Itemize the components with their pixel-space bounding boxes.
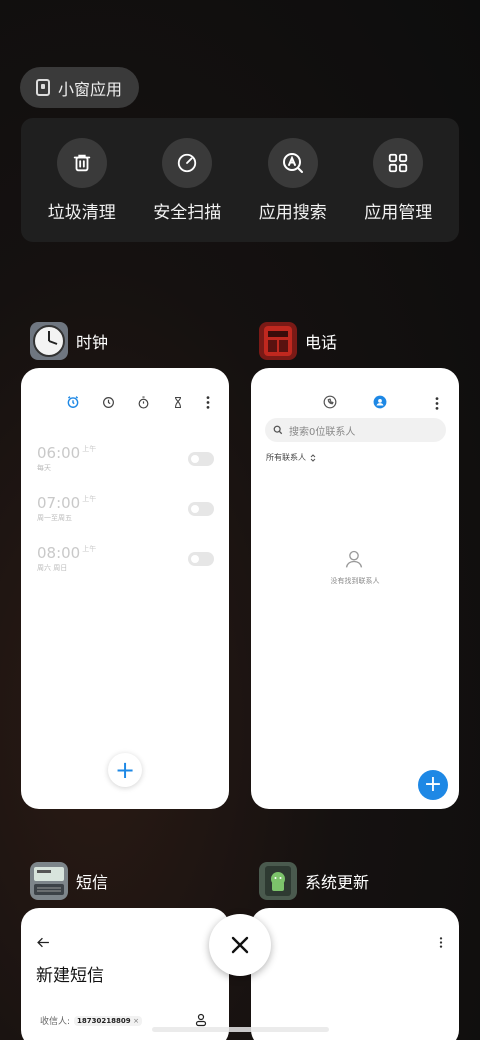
clock-card-header: 时钟: [30, 322, 108, 360]
recipient-label: 收信人:: [40, 1017, 71, 1027]
system-update-app-icon: [259, 862, 297, 900]
alarm-row[interactable]: 08:00 上午 周六 周日: [37, 544, 214, 573]
timer-tab-icon[interactable]: [172, 396, 184, 409]
tool-label: 垃圾清理: [47, 202, 116, 223]
search-icon: [273, 425, 283, 435]
alarm-ampm: 上午: [82, 445, 97, 453]
calls-tab-icon[interactable]: [323, 395, 337, 409]
tool-app-search[interactable]: 应用搜索: [243, 137, 343, 223]
sms-app-icon: [30, 862, 68, 900]
chevron-updown-icon: [310, 453, 316, 462]
tool-security-scan[interactable]: 安全扫描: [137, 137, 237, 223]
recipient-number: 18730218809: [77, 1016, 131, 1025]
scan-icon: [162, 137, 213, 188]
alarm-repeat: 每天: [37, 464, 51, 472]
alarm-tab-icon[interactable]: [66, 395, 80, 409]
back-arrow-icon[interactable]: [37, 937, 50, 948]
alarm-time: 07:00: [37, 494, 81, 512]
recipient-field[interactable]: 收信人: 18730218809 ×: [40, 1014, 142, 1027]
stopwatch-tab-icon[interactable]: [137, 395, 150, 409]
grid-icon: [373, 137, 424, 188]
phone-app-icon: [259, 322, 297, 360]
alarm-toggle[interactable]: [188, 502, 214, 516]
contacts-tab-icon[interactable]: [373, 395, 387, 409]
recipient-chip[interactable]: 18730218809 ×: [74, 1015, 142, 1026]
clock-app-icon: [30, 322, 68, 360]
alarm-toggle[interactable]: [188, 452, 214, 466]
tool-app-management[interactable]: 应用管理: [348, 137, 448, 223]
alarm-ampm: 上午: [82, 545, 97, 553]
sms-app-card[interactable]: 新建短信 收信人: 18730218809 ×: [21, 908, 229, 1040]
alarm-toggle[interactable]: [188, 552, 214, 566]
contact-filter-label: 所有联系人: [266, 453, 306, 462]
new-message-title: 新建短信: [36, 966, 104, 986]
alarm-time: 08:00: [37, 544, 81, 562]
more-options-icon[interactable]: [439, 937, 443, 948]
phone-card-header: 电话: [259, 322, 337, 360]
phone-tabs: [323, 395, 387, 409]
update-app-card[interactable]: [251, 908, 459, 1040]
tool-label: 应用管理: [364, 202, 433, 223]
add-contact-icon[interactable]: [195, 1013, 207, 1027]
sms-app-name: 短信: [76, 873, 109, 892]
phone-app-name: 电话: [305, 333, 338, 352]
floating-window-label: 小窗应用: [58, 79, 123, 99]
quick-tools-panel: 垃圾清理 安全扫描 应用搜索 应用管理: [21, 118, 459, 242]
trash-icon: [56, 137, 107, 188]
empty-contacts-text: 没有找到联系人: [330, 577, 380, 585]
alarm-repeat: 周六 周日: [37, 564, 68, 572]
tool-trash-cleanup[interactable]: 垃圾清理: [32, 137, 132, 223]
tool-label: 应用搜索: [258, 202, 327, 223]
add-contact-button[interactable]: +: [418, 770, 448, 800]
phone-app-card[interactable]: 搜索0位联系人 所有联系人 没有找到联系人 +: [251, 368, 459, 809]
alarm-row[interactable]: 06:00 上午 每天: [37, 444, 214, 473]
home-indicator[interactable]: [152, 1027, 329, 1032]
remove-recipient-icon[interactable]: ×: [133, 1017, 139, 1025]
tool-label: 安全扫描: [153, 202, 222, 223]
add-alarm-button[interactable]: +: [108, 753, 142, 787]
clock-app-name: 时钟: [76, 333, 109, 352]
clear-all-button[interactable]: [209, 914, 271, 976]
alarm-ampm: 上午: [82, 495, 97, 503]
search-placeholder: 搜索0位联系人: [289, 426, 356, 438]
close-icon: [231, 936, 249, 954]
more-options-icon[interactable]: [435, 397, 439, 410]
alarm-time: 06:00: [37, 444, 81, 462]
world-clock-tab-icon[interactable]: [102, 396, 115, 409]
update-app-name: 系统更新: [305, 873, 370, 892]
clock-app-card[interactable]: 06:00 上午 每天 07:00 上午 周一至周五 08:00 上午 周六 周日 +: [21, 368, 229, 809]
search-app-icon: [267, 137, 318, 188]
empty-contact-icon: [345, 550, 363, 568]
more-options-icon[interactable]: [206, 395, 210, 409]
alarm-repeat: 周一至周五: [37, 514, 72, 522]
alarm-row[interactable]: 07:00 上午 周一至周五: [37, 494, 214, 523]
update-card-header: 系统更新: [259, 862, 369, 900]
floating-window-button[interactable]: 小窗应用: [20, 67, 139, 108]
contact-filter-dropdown[interactable]: 所有联系人: [266, 452, 316, 463]
sms-card-header: 短信: [30, 862, 108, 900]
clock-tabs: [66, 395, 210, 409]
floating-window-icon: [36, 79, 50, 96]
contact-search-input[interactable]: 搜索0位联系人: [265, 418, 446, 442]
